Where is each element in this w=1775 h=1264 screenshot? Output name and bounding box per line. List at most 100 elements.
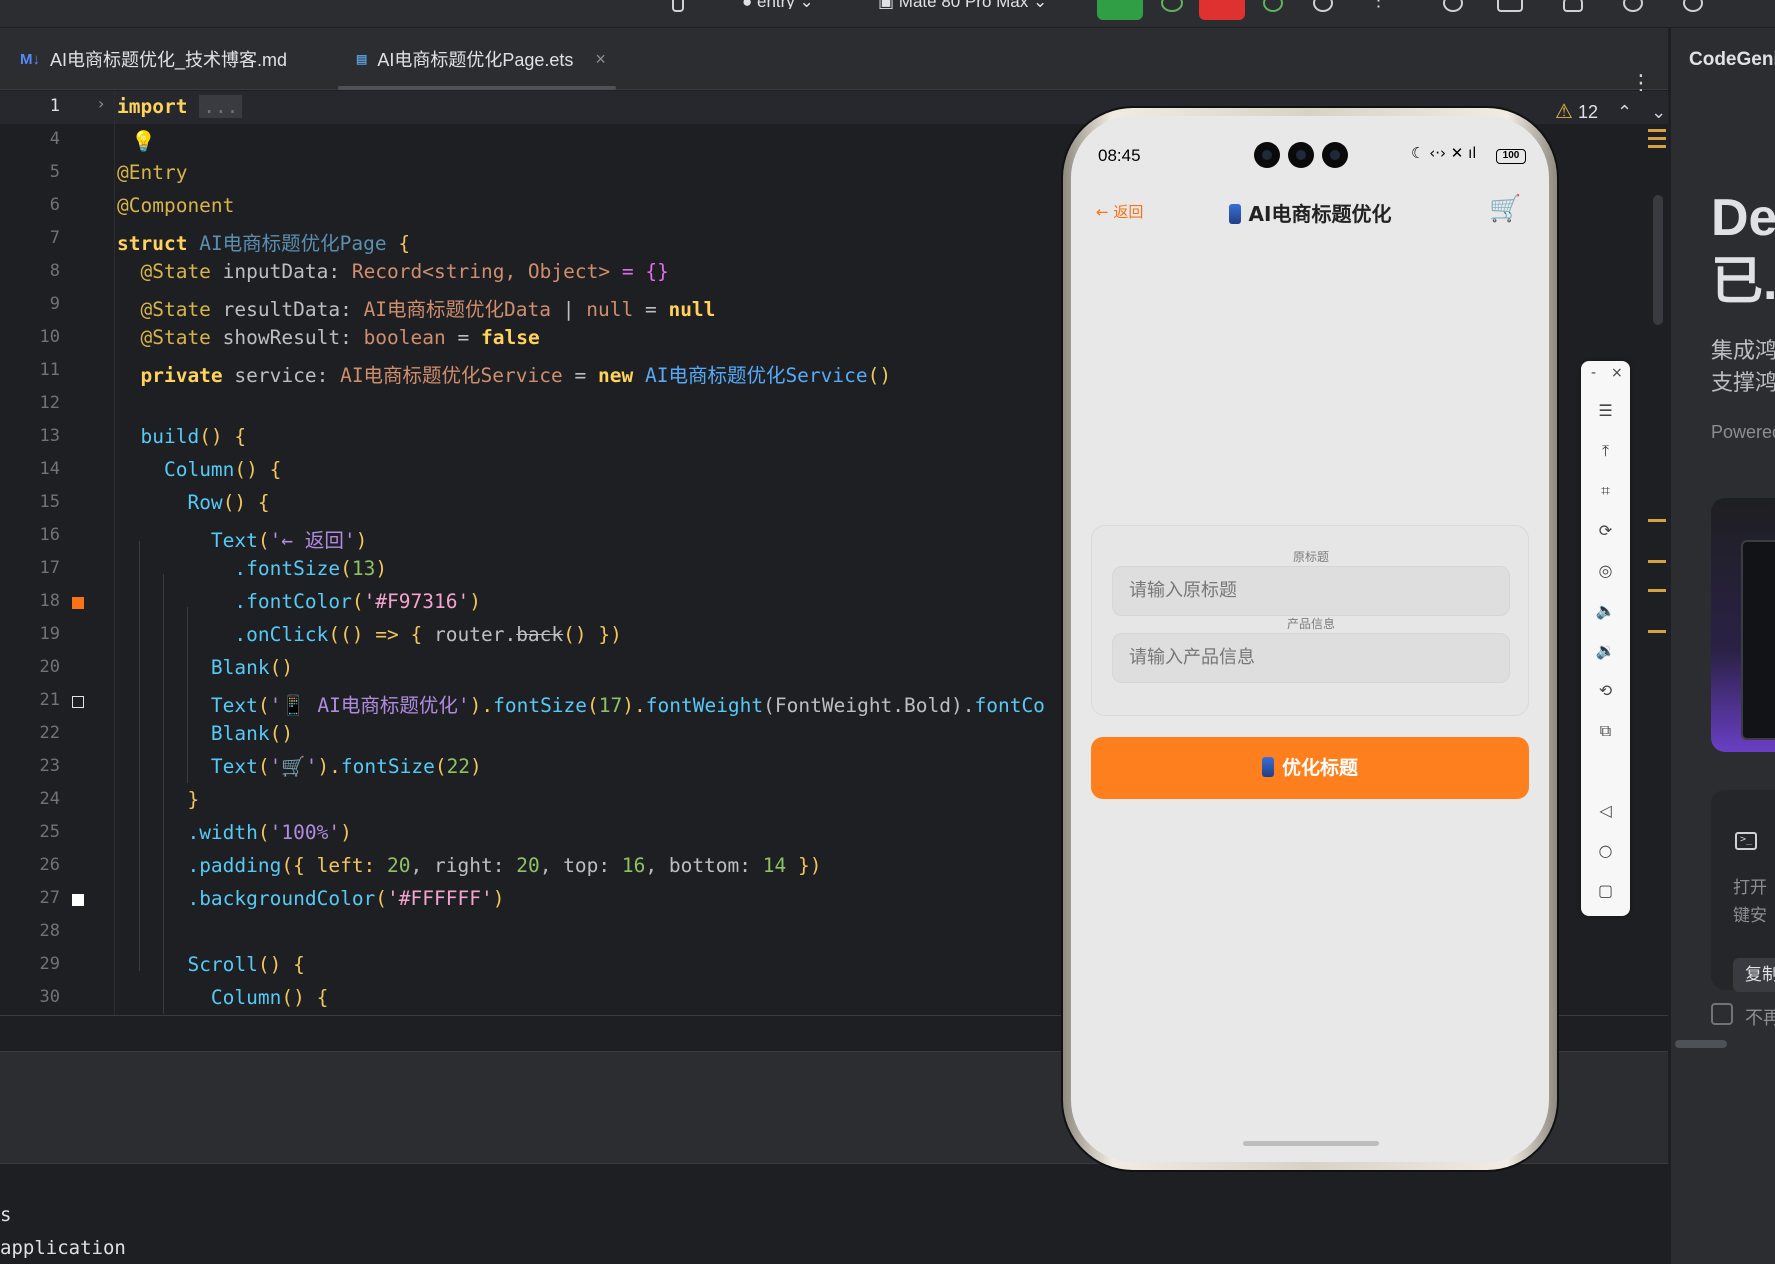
code-token: ( — [434, 755, 447, 778]
top-icon[interactable]: ⤒ — [1581, 441, 1630, 461]
code-token: , top: — [539, 854, 622, 877]
code-line: .backgroundColor('#FFFFFF') — [117, 887, 504, 910]
feature-card[interactable] — [1711, 498, 1775, 752]
command-card-line: 打开 — [1733, 878, 1767, 898]
module-select[interactable]: ● entry ⌄ — [742, 0, 814, 9]
terminal-line: s — [0, 1204, 12, 1226]
code-token: ) — [469, 590, 481, 613]
code-token: ( — [340, 557, 352, 580]
lightbulb-icon[interactable]: 💡 — [131, 129, 156, 153]
minimize-button[interactable]: - — [1591, 365, 1596, 381]
editor-scrollbar[interactable] — [1653, 195, 1663, 325]
code-token: resultData: — [210, 298, 364, 321]
line-number: 24 — [39, 789, 60, 809]
code-token: 17 — [598, 694, 623, 717]
code-token: Row — [187, 491, 223, 514]
scrollbar-marker[interactable] — [1648, 145, 1666, 148]
next-warning-icon[interactable]: ⌄ — [1651, 102, 1666, 122]
optimize-title-button[interactable]: 优化标题 — [1091, 737, 1529, 799]
recent-nav-icon[interactable]: ▢ — [1581, 881, 1630, 900]
code-token: @State — [140, 298, 211, 321]
scrollbar-marker[interactable] — [1648, 560, 1666, 563]
camera-icon — [1322, 142, 1348, 168]
close-emulator-button[interactable]: × — [1611, 365, 1623, 381]
device-icon[interactable] — [672, 0, 684, 12]
prev-warning-icon[interactable]: ⌃ — [1617, 102, 1632, 122]
panel-description-line: 支撑鸿 — [1711, 371, 1775, 396]
phone-screen[interactable]: 08:45 ☾ ‹·› ✕ ıl 100 ← 返回 AI电商标题优化 🛒 原标题… — [1071, 116, 1549, 1162]
line-number: 6 — [49, 195, 60, 215]
sync-icon[interactable] — [1313, 0, 1333, 12]
horizontal-scrollbar[interactable] — [1675, 1040, 1727, 1048]
layout-icon[interactable] — [1497, 0, 1523, 12]
folded-imports[interactable]: ... — [199, 95, 243, 118]
code-token: '← 返回' — [269, 529, 356, 552]
terminal-output[interactable]: s application — [0, 1163, 1668, 1264]
color-swatch-icon[interactable] — [72, 894, 84, 906]
code-token: () — [269, 656, 294, 679]
back-nav-icon[interactable]: ◁ — [1581, 801, 1630, 820]
panel-title[interactable]: CodeGeni — [1689, 49, 1775, 71]
apply-changes-icon[interactable] — [1263, 0, 1283, 12]
search-icon[interactable] — [1623, 0, 1643, 12]
code-token: inputData: — [210, 260, 352, 283]
settings-icon[interactable] — [1683, 0, 1703, 12]
line-number: 20 — [39, 657, 60, 677]
volume-up-icon[interactable]: 🔈 — [1581, 601, 1630, 620]
code-token: 16 — [621, 854, 646, 877]
copy-button[interactable]: 复制 — [1733, 958, 1775, 992]
code-token: fontCo — [974, 694, 1045, 717]
crop-icon[interactable]: ⌗ — [1581, 481, 1630, 501]
line-number: 22 — [39, 723, 60, 743]
color-swatch-icon[interactable] — [72, 696, 84, 708]
fold-chevron-icon[interactable]: › — [98, 94, 104, 113]
line-number: 14 — [39, 459, 60, 479]
product-info-input[interactable]: 请输入产品信息 — [1112, 633, 1510, 683]
device-select[interactable]: ▣ Mate 80 Pro Max ⌄ — [878, 0, 1047, 9]
code-token: (FontWeight.Bold). — [763, 694, 975, 717]
field-label: 产品信息 — [1286, 617, 1335, 631]
more-icon[interactable]: ⋮ — [1370, 0, 1387, 8]
volume-down-icon[interactable]: 🔉 — [1581, 641, 1630, 660]
code-line: Column() { — [117, 458, 281, 481]
screenshot-icon[interactable]: ◎ — [1581, 561, 1630, 580]
code-token: ) — [340, 821, 352, 844]
location-icon[interactable] — [1443, 0, 1463, 12]
tab-page-ets[interactable]: ▤ AI电商标题优化Page.ets × — [338, 28, 616, 90]
code-line: Text('🛒').fontSize(22) — [117, 755, 482, 778]
codegenie-panel: CodeGeni De 已. 集成鸿 支撑鸿 Powerec >_ 打开 键安 … — [1670, 28, 1775, 1264]
inspection-widget[interactable]: ⚠ 12 ⌃ ⌄ — [1555, 99, 1666, 124]
phone-icon — [1228, 204, 1241, 224]
multi-screen-icon[interactable]: ⧉ — [1581, 721, 1630, 741]
main-toolbar: ● entry ⌄ ▣ Mate 80 Pro Max ⌄ ⋮ — [0, 0, 1775, 28]
run-button[interactable] — [1097, 0, 1143, 20]
code-token: ( — [375, 887, 388, 910]
home-nav-icon[interactable]: ○ — [1581, 841, 1630, 860]
scrollbar-marker[interactable] — [1648, 519, 1666, 522]
original-title-input[interactable]: 请输入原标题 — [1112, 566, 1510, 616]
dont-show-checkbox[interactable] — [1711, 1003, 1733, 1025]
stop-button[interactable] — [1199, 0, 1245, 20]
close-tab-icon[interactable]: × — [595, 49, 606, 70]
editor-tabs: M↓ AI电商标题优化_技术博客.md ▤ AI电商标题优化Page.ets ×… — [0, 28, 1668, 95]
code-token: Record<string, Object> — [351, 260, 611, 283]
code-line: @State resultData: AI电商标题优化Data | null =… — [117, 293, 715, 322]
home-indicator[interactable] — [1243, 1141, 1379, 1146]
color-swatch-icon[interactable] — [72, 597, 84, 609]
scrollbar-marker[interactable] — [1648, 137, 1666, 140]
code-token: = — [562, 364, 598, 387]
tab-blog-md[interactable]: M↓ AI电商标题优化_技术博客.md — [20, 28, 287, 90]
menu-icon[interactable]: ☰ — [1581, 401, 1630, 420]
command-card[interactable]: >_ 打开 键安 复制 — [1711, 790, 1775, 992]
fold-icon[interactable]: ⟲ — [1581, 681, 1630, 700]
code-token: back — [516, 623, 564, 646]
debug-icon[interactable] — [1161, 0, 1183, 12]
scrollbar-marker[interactable] — [1648, 630, 1666, 633]
scrollbar-marker[interactable] — [1648, 129, 1666, 132]
code-token: ). — [469, 694, 494, 717]
cart-icon[interactable]: 🛒 — [1489, 194, 1521, 224]
code-token: '#FFFFFF' — [387, 887, 493, 910]
scrollbar-marker[interactable] — [1648, 589, 1666, 592]
rotate-icon[interactable]: ⟳ — [1581, 521, 1630, 540]
account-icon[interactable] — [1563, 0, 1583, 12]
